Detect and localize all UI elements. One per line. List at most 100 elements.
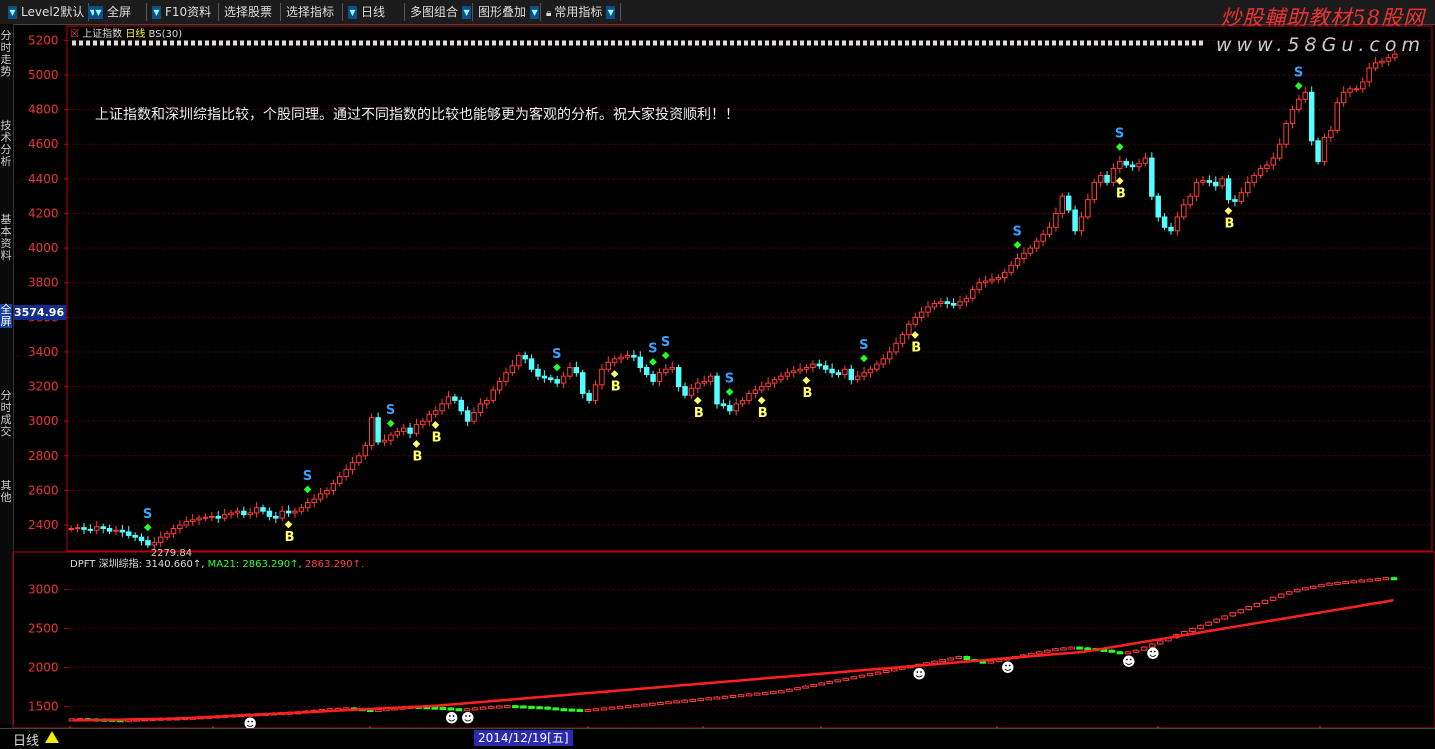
candle-body: [1168, 226, 1174, 232]
lower-candle-body: [439, 707, 447, 711]
toolbar-item-6[interactable]: 多图组合 ▼: [404, 3, 473, 21]
chart-canvas[interactable]: 2400260028003000320034003600380040004200…: [0, 24, 1435, 728]
candle-body: [484, 399, 490, 405]
toolbar-arrow-icon[interactable]: ▼: [348, 6, 357, 19]
candle-body: [714, 375, 720, 405]
candle-body: [522, 354, 528, 360]
candle-body: [586, 392, 592, 401]
lower-candle-body: [955, 655, 963, 659]
lower-candle-body: [431, 706, 439, 710]
ma-value: 2863.290: [242, 559, 291, 570]
candle-body: [1213, 181, 1219, 187]
toolbar-item-0[interactable]: ▼ Level2默认 ▼: [2, 3, 98, 21]
candle-body: [1360, 81, 1366, 90]
toolbar-item-2[interactable]: ▼ F10资料: [146, 3, 219, 21]
sell-signal-marker: S: [1013, 224, 1022, 239]
buy-arrow-icon: ◆: [611, 368, 619, 379]
lower-candle-body: [503, 705, 511, 709]
candle-body: [407, 427, 413, 434]
toolbar-item-label: 多图组合: [410, 5, 459, 19]
period-label[interactable]: 日线: [13, 730, 39, 749]
toolbar-item-5[interactable]: ▼ 日线: [342, 3, 405, 21]
candle-body: [746, 392, 752, 401]
current-price-box: 3574.96: [14, 305, 66, 320]
toolbar-item-3[interactable]: 选择股票: [218, 3, 281, 21]
lower-candle-body: [778, 690, 785, 694]
sell-arrow-icon: ◆: [387, 418, 395, 429]
candle-body: [1027, 247, 1034, 254]
lower-candle-body: [1052, 648, 1059, 652]
candle-body: [1053, 212, 1059, 228]
toolbar-item-7[interactable]: 图形叠加 ▼: [472, 3, 541, 21]
lower-value: 3140.660: [145, 559, 193, 570]
candle-body: [464, 410, 471, 422]
candle-body: [931, 302, 938, 308]
lower-candle-body: [834, 679, 842, 683]
candle-body: [516, 354, 522, 367]
toolbar-arrow-icon[interactable]: ▼: [8, 6, 17, 19]
candle-body: [816, 363, 823, 367]
lower-candle-body: [665, 701, 672, 705]
toolbar-item-1[interactable]: ▼ 全屏: [88, 3, 147, 21]
candle-body: [145, 540, 151, 546]
y-tick-label: 2000: [28, 660, 59, 674]
lower-candle-body: [616, 705, 624, 709]
candle-body: [567, 367, 573, 377]
candle-body: [995, 277, 1002, 280]
candle-body: [356, 455, 362, 464]
toolbar-arrow-icon[interactable]: ▼: [152, 6, 161, 19]
candle-body: [1392, 53, 1398, 59]
candle-body: [228, 512, 234, 516]
buy-signal-marker: B: [432, 430, 442, 445]
candle-body: [458, 399, 464, 412]
lower-candle-body: [1156, 640, 1164, 645]
dropdown-arrow-icon[interactable]: ▼: [606, 6, 616, 19]
buy-arrow-icon: ◆: [911, 329, 919, 340]
candle-body: [247, 512, 253, 516]
candle-body: [1321, 136, 1328, 163]
lower-candle-body: [528, 705, 535, 709]
candle-body: [720, 403, 727, 407]
smiley-icon: ☻: [461, 712, 475, 727]
sell-signal-marker: S: [725, 371, 734, 386]
candle-body: [733, 403, 739, 412]
buy-arrow-icon: ◆: [1225, 206, 1233, 217]
y-tick-label: 3200: [28, 380, 59, 394]
ma-label: MA21: [207, 559, 236, 570]
dropdown-arrow-icon[interactable]: ▼: [530, 6, 540, 19]
lower-candle-body: [1237, 609, 1245, 614]
toolbar-arrow-icon[interactable]: ▼: [94, 6, 103, 19]
lower-candle-body: [1084, 647, 1091, 651]
close-chart-icon[interactable]: ☒: [70, 29, 79, 40]
toolbar-item-label: 选择股票: [224, 5, 273, 19]
buy-arrow-icon: ◆: [285, 519, 293, 530]
candle-body: [1328, 129, 1334, 138]
candle-body: [170, 527, 177, 535]
candle-body: [87, 528, 94, 531]
buy-signal-marker: B: [611, 379, 621, 394]
candle-body: [368, 417, 375, 446]
candle-body: [1334, 102, 1340, 131]
candle-body: [1264, 164, 1270, 169]
lower-candle-body: [729, 694, 737, 698]
dropdown-arrow-icon[interactable]: ▼: [462, 6, 472, 19]
lower-candle-body: [794, 687, 801, 691]
candle-body: [311, 498, 317, 504]
candle-body: [1033, 240, 1040, 249]
buy-signal-marker: B: [285, 530, 295, 545]
candle-body: [1276, 143, 1283, 159]
candle-body: [886, 351, 893, 360]
candle-body: [1040, 233, 1046, 242]
candle-body: [196, 517, 202, 521]
lower-candle-body: [842, 677, 850, 681]
lower-candle-body: [713, 696, 721, 700]
candle-body: [1046, 226, 1053, 235]
lock-icon: 🔒︎: [546, 8, 552, 19]
candle-body: [1187, 195, 1193, 206]
toolbar-item-4[interactable]: 选择指标: [280, 3, 343, 21]
toolbar-item-8[interactable]: 🔒︎ 常用指标 ▼: [540, 3, 621, 21]
candle-body: [650, 373, 656, 382]
sell-arrow-icon: ◆: [553, 362, 561, 373]
lower-candle-body: [753, 692, 761, 696]
candle-body: [963, 297, 970, 303]
